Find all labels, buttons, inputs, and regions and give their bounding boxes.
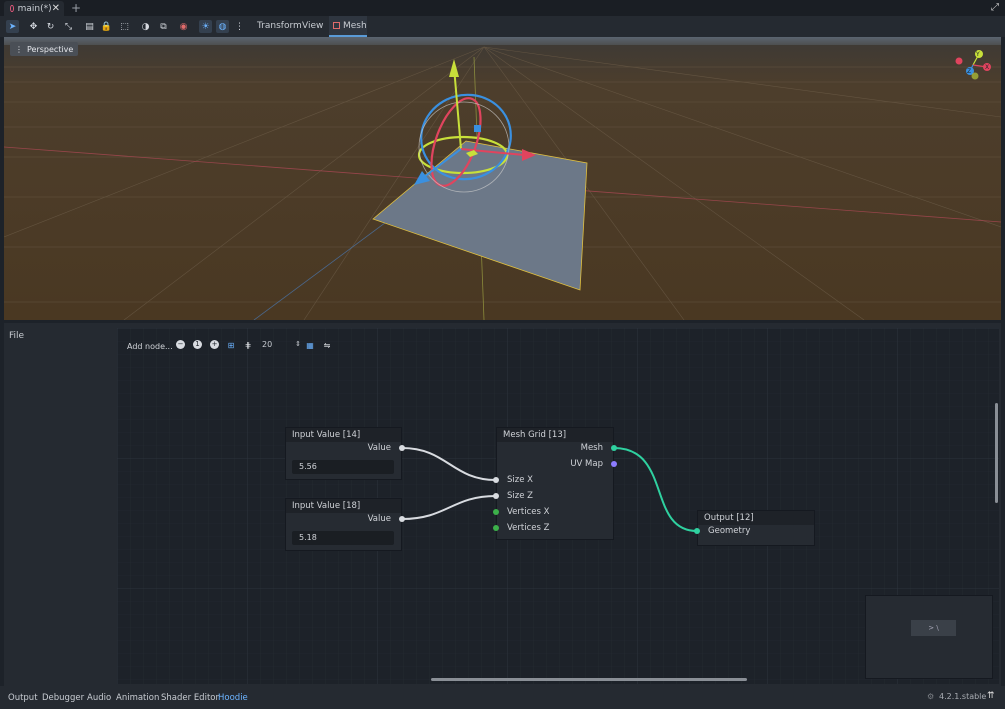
size-x-input-port[interactable] [493,477,499,483]
value-field[interactable]: 5.18 [292,531,394,545]
size-x-input-label: Size X [507,475,533,485]
geometry-input-label: Geometry [708,526,751,536]
perspective-menu-button[interactable]: ⋮ Perspective [10,42,79,56]
editor-tab-bar: main(*) ✕ + ⤢ [0,0,1005,16]
select-tool-icon[interactable]: ➤ [6,20,19,33]
scene-icon [10,5,14,12]
node-title: Output [12] [698,511,814,525]
value-output-port[interactable] [399,445,405,451]
fullscreen-icon[interactable]: ⤢ [991,2,999,13]
more-options-icon[interactable]: ⋮ [233,20,246,33]
close-icon[interactable]: ✕ [52,3,60,14]
node-title: Input Value [18] [286,499,401,513]
mesh-output-port[interactable] [611,445,617,451]
pin-panel-icon[interactable]: ⇈ [987,691,995,701]
list-select-icon[interactable]: ▤ [83,20,96,33]
zoom-in-icon[interactable]: + [210,340,219,349]
scene-tab-title: main(*) [17,3,52,14]
graph-minimap[interactable]: > \ [865,595,993,679]
vertices-x-input-label: Vertices X [507,507,550,517]
uv-map-output-label: UV Map [570,459,603,469]
size-z-input-label: Size Z [507,491,533,501]
hoodie-panel: File Add node... − 1 + ⊞ ⋕ 20 ⇕ ▦ ⇋ Inpu… [4,323,1001,686]
sun-preview-icon[interactable]: ☀ [199,20,212,33]
transform-menu[interactable]: Transform [257,21,302,31]
spin-arrows-icon[interactable]: ⇕ [295,340,301,348]
move-tool-icon[interactable]: ✥ [27,20,40,33]
scale-tool-icon[interactable]: ⤡ [62,20,75,33]
value-output-label: Value [367,443,391,453]
uv-map-output-port[interactable] [611,461,617,467]
tab-audio[interactable]: Audio [87,693,111,703]
environment-preview-icon[interactable]: ◍ [216,20,229,33]
size-z-input-port[interactable] [493,493,499,499]
mesh-menu[interactable]: Mesh [329,16,367,37]
graph-toolbar: Add node... − 1 + ⊞ ⋕ 20 ⇕ ▦ ⇋ [117,328,999,358]
arrange-nodes-icon[interactable]: ⇋ [322,340,332,350]
menu-icon: ⋮ [15,44,23,54]
perspective-label: Perspective [27,44,74,54]
viewport-toolbar: ➤ ✥ ↻ ⤡ ▤ 🔒 ⬚ ◑ ⧉ ◉ ☀ ◍ ⋮ Transform View [0,16,1005,37]
gizmo-y-label: Y [975,51,980,58]
snap-toggle-icon[interactable]: ⊞ [226,340,236,350]
rotate-tool-icon[interactable]: ↻ [44,20,57,33]
tab-shader-editor[interactable]: Shader Editor [161,693,219,703]
3d-viewport[interactable]: Y X Z ⋮ Perspective [4,37,1001,320]
vertices-z-input-label: Vertices Z [507,523,550,533]
mesh-grid-node-13[interactable]: Mesh Grid [13] Mesh UV Map Size X Size Z… [496,427,614,540]
zoom-reset-icon[interactable]: 1 [193,340,202,349]
engine-version: 4.2.1.stable [939,692,987,701]
mesh-icon [333,22,340,29]
vertices-z-input-port[interactable] [493,525,499,531]
value-field[interactable]: 5.56 [292,460,394,474]
minimap-toggle-icon[interactable]: ▦ [305,340,315,350]
scene-tab-main[interactable]: main(*) ✕ [4,1,64,16]
zoom-out-icon[interactable]: − [176,340,185,349]
value-output-label: Value [367,514,391,524]
bottom-panel-bar: Output Debugger Audio Animation Shader E… [0,686,1005,709]
update-spinner-icon: ⚙ [927,692,935,701]
file-menu[interactable]: File [9,331,24,341]
output-node-12[interactable]: Output [12] Geometry [697,510,815,546]
snap-icon[interactable]: ⧉ [157,20,170,33]
view-menu[interactable]: View [302,21,323,31]
add-node-button[interactable]: Add node... [127,342,173,351]
add-tab-icon[interactable]: + [71,1,81,15]
node-graph[interactable]: Add node... − 1 + ⊞ ⋕ 20 ⇕ ▦ ⇋ Input Val… [117,328,999,684]
local-space-icon[interactable]: ◑ [139,20,152,33]
tab-animation[interactable]: Animation [116,693,159,703]
grid-toggle-icon[interactable]: ⋕ [243,340,253,350]
vertices-x-input-port[interactable] [493,509,499,515]
gizmo-x-label: X [985,64,989,71]
node-title: Mesh Grid [13] [497,428,613,442]
tab-hoodie[interactable]: Hoodie [218,693,248,703]
mesh-menu-label: Mesh [343,20,367,31]
value-output-port[interactable] [399,516,405,522]
lock-icon[interactable]: 🔒 [100,20,113,33]
minimap-viewport: > \ [911,620,956,636]
input-value-node-18[interactable]: Input Value [18] Value 5.18 [285,498,402,551]
camera-icon[interactable]: ◉ [177,20,190,33]
gizmo-z-label: Z [967,68,971,75]
snap-distance-spinbox[interactable]: 20 ⇕ [257,337,301,351]
tab-debugger[interactable]: Debugger [42,693,84,703]
group-icon[interactable]: ⬚ [118,20,131,33]
snap-distance-value: 20 [262,339,273,349]
tab-output[interactable]: Output [8,693,38,703]
geometry-input-port[interactable] [694,528,700,534]
mesh-output-label: Mesh [580,443,603,453]
node-title: Input Value [14] [286,428,401,442]
input-value-node-14[interactable]: Input Value [14] Value 5.56 [285,427,402,480]
vertical-scrollbar[interactable] [995,403,998,503]
horizontal-scrollbar[interactable] [431,678,747,681]
viewport-scene: Y X Z [4,37,1001,320]
